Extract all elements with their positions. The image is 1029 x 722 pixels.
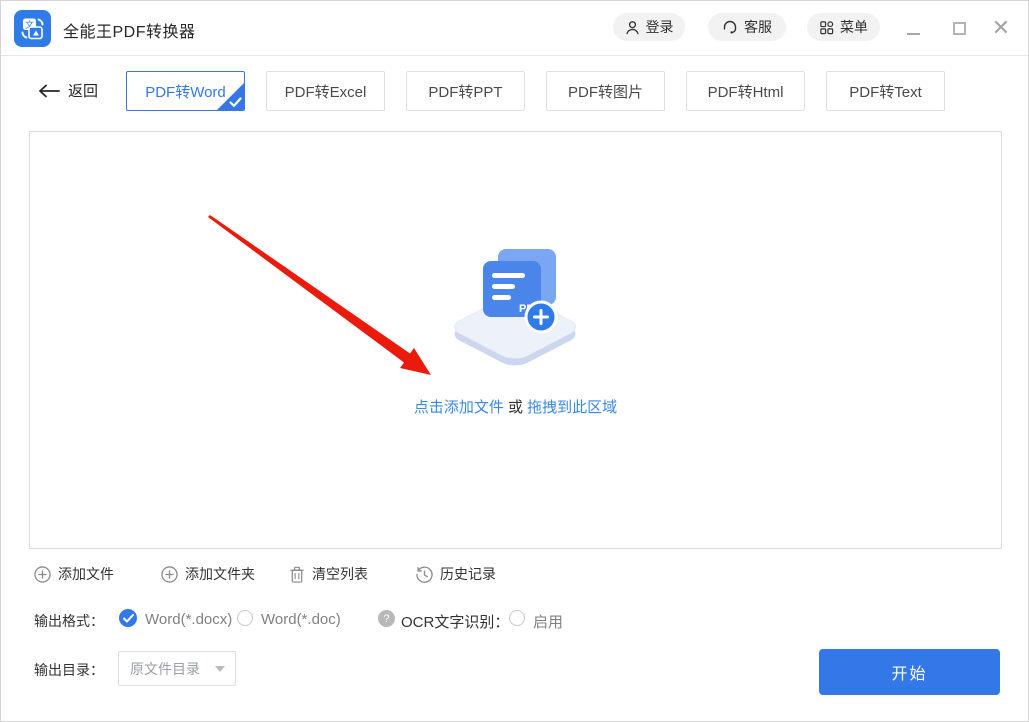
maximize-button[interactable] [943,11,975,45]
login-label: 登录 [646,17,674,37]
tab-pdf-to-excel[interactable]: PDF转Excel [266,71,385,111]
app-title: 全能王PDF转换器 [63,18,196,42]
trash-icon [289,566,305,583]
dropzone-hint: 点击添加文件 或 拖拽到此区域 [30,396,1001,417]
customer-service-button[interactable]: 客服 [708,13,786,41]
history-clock-icon [416,566,433,583]
menu-button[interactable]: 菜单 [807,13,880,41]
back-arrow-icon [38,84,60,98]
tab-pdf-to-ppt[interactable]: PDF转PPT [406,71,525,111]
history-button[interactable]: 历史记录 [416,563,496,585]
ocr-label: OCR文字识别： [401,611,509,632]
titlebar: 文 全能王PDF转换器 登录 客服 菜单 ✕ [1,1,1028,56]
radio-ocr-enable[interactable] [509,610,525,626]
output-dir-value: 原文件目录 [130,659,200,679]
add-circle-icon [34,566,51,583]
headset-icon [722,19,738,35]
tab-label: PDF转Word [145,81,226,102]
drag-here-link[interactable]: 拖拽到此区域 [527,399,617,416]
app-logo-icon: 文 [14,10,51,47]
or-text: 或 [504,399,527,416]
back-label: 返回 [68,80,98,101]
clear-list-button[interactable]: 清空列表 [289,563,368,585]
add-folder-label: 添加文件夹 [185,564,255,584]
user-icon [625,20,640,35]
back-button[interactable]: 返回 [38,80,98,101]
tab-label: PDF转图片 [568,81,643,102]
radio-docx[interactable] [119,609,137,627]
output-format-label: 输出格式： [34,611,104,631]
ocr-enable-label[interactable]: 启用 [533,611,563,632]
add-circle-icon [161,566,178,583]
radio-docx-label[interactable]: Word(*.docx) [145,611,232,628]
maximize-icon [953,22,966,35]
chevron-down-icon [215,666,225,672]
app-window: 文 全能王PDF转换器 登录 客服 菜单 ✕ 返回 PDF转Wor [0,0,1029,722]
tab-label: PDF转Html [708,81,784,102]
add-pdf-icon[interactable]: PDF [446,242,586,367]
minimize-button[interactable] [897,11,929,45]
add-folder-button[interactable]: 添加文件夹 [161,563,255,585]
add-file-button[interactable]: 添加文件 [34,563,114,585]
minimize-icon [907,33,920,35]
tab-pdf-to-image[interactable]: PDF转图片 [546,71,665,111]
add-file-label: 添加文件 [58,564,114,584]
menu-label: 菜单 [840,17,868,37]
login-button[interactable]: 登录 [613,13,685,41]
tab-pdf-to-html[interactable]: PDF转Html [686,71,805,111]
tab-label: PDF转PPT [428,81,502,102]
clear-list-label: 清空列表 [312,564,368,584]
output-format-row: 输出格式： Word(*.docx) Word(*.doc) ? OCR文字识别… [1,607,1028,633]
tab-label: PDF转Text [849,81,922,102]
radio-doc[interactable] [237,610,253,626]
output-dir-select[interactable]: 原文件目录 [118,651,236,686]
radio-doc-label[interactable]: Word(*.doc) [261,611,341,628]
dropzone-panel[interactable]: PDF 点击添加文件 或 拖拽到此区域 [29,131,1002,549]
tab-pdf-to-word[interactable]: PDF转Word [126,71,245,111]
customer-service-label: 客服 [744,17,772,37]
ocr-help-icon[interactable]: ? [378,610,395,627]
output-dir-label: 输出目录： [34,660,104,680]
start-button[interactable]: 开始 [819,649,1000,695]
active-check-icon [217,83,244,110]
check-icon [123,614,134,623]
tab-pdf-to-text[interactable]: PDF转Text [826,71,945,111]
history-label: 历史记录 [440,564,496,584]
grid-menu-icon [819,20,834,35]
close-icon: ✕ [992,17,1010,39]
close-button[interactable]: ✕ [985,11,1017,45]
tab-label: PDF转Excel [285,81,367,102]
add-files-link[interactable]: 点击添加文件 [414,399,504,416]
